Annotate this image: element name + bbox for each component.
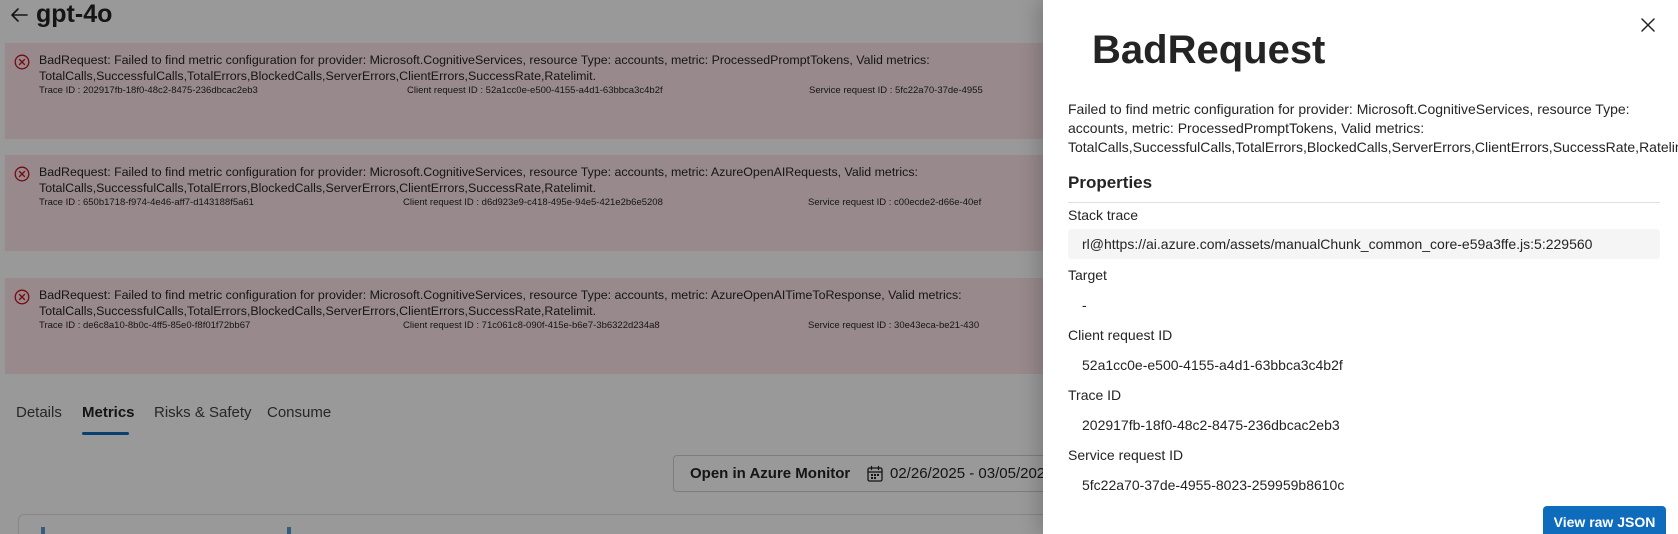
properties-heading: Properties (1068, 173, 1153, 192)
stack-trace-box: rl@https://ai.azure.com/assets/manualChu… (1068, 229, 1660, 259)
panel-title: BadRequest (1092, 28, 1326, 72)
close-icon (1641, 18, 1655, 32)
trace-id-value: 202917fb-18f0-48c2-8475-236dbcac2eb3 (1082, 417, 1340, 433)
client-request-id-value: 52a1cc0e-e500-4155-a4d1-63bbca3c4b2f (1082, 357, 1343, 373)
target-label: Target (1068, 267, 1107, 283)
close-button[interactable] (1637, 14, 1659, 36)
stack-trace-label: Stack trace (1068, 207, 1139, 223)
error-details-panel: BadRequest Failed to find metric configu… (1043, 0, 1678, 534)
service-request-id-value: 5fc22a70-37de-4955-8023-259959b8610c (1082, 477, 1345, 493)
service-request-id-label: Service request ID (1068, 447, 1184, 463)
stack-trace-value: rl@https://ai.azure.com/assets/manualChu… (1082, 236, 1593, 252)
panel-error-message: Failed to find metric configuration for … (1068, 101, 1678, 155)
client-request-id-label: Client request ID (1068, 327, 1173, 343)
properties-divider (1068, 202, 1660, 203)
view-raw-json-button[interactable]: View raw JSON (1543, 506, 1666, 534)
target-value: - (1082, 297, 1087, 313)
trace-id-label: Trace ID (1068, 387, 1122, 403)
